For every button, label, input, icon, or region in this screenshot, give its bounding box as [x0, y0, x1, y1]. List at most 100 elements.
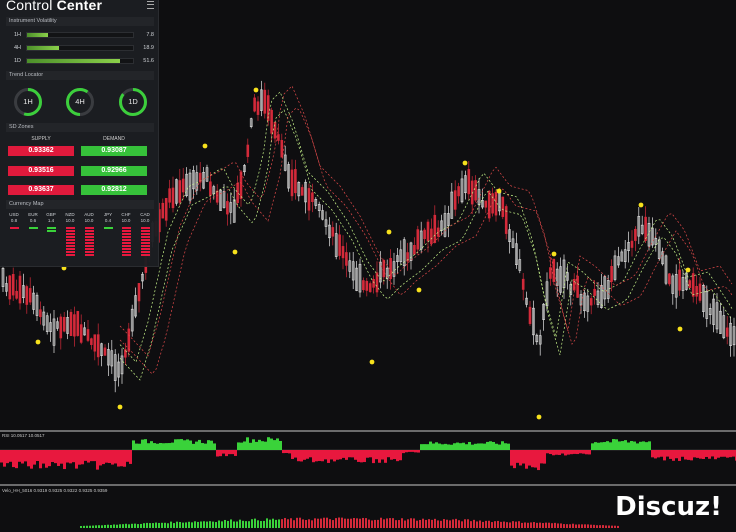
momentum-bar	[233, 521, 235, 528]
candle-body	[688, 280, 692, 288]
momentum-bar	[299, 517, 301, 528]
rsi-bar	[675, 450, 678, 459]
menu-icon[interactable]	[147, 1, 154, 9]
rsi-bar	[549, 450, 552, 455]
rsi-bar	[267, 437, 270, 450]
fractal-dot	[117, 404, 123, 410]
momentum-bar	[419, 519, 421, 528]
momentum-bar	[206, 521, 208, 528]
rsi-bar	[138, 443, 141, 450]
rsi-bar	[12, 450, 15, 468]
rsi-bar	[591, 443, 594, 450]
candle-body	[171, 187, 175, 209]
rsi-bar	[285, 450, 288, 454]
momentum-bar	[182, 522, 184, 528]
momentum-bar	[557, 523, 559, 528]
currency-strength-aud	[85, 227, 94, 257]
candle-body	[382, 259, 386, 278]
rsi-bar	[69, 450, 72, 464]
rsi-bar	[540, 450, 543, 464]
rsi-bar	[147, 443, 150, 450]
rsi-bar	[468, 441, 471, 450]
currency-value: 1.4	[47, 218, 55, 223]
rsi-bar	[477, 443, 480, 450]
momentum-bar	[311, 520, 313, 528]
momentum-bar	[149, 523, 151, 528]
rsi-bar	[354, 450, 357, 460]
momentum-bar	[365, 518, 367, 528]
candle-body	[300, 187, 304, 196]
momentum-bar	[356, 518, 358, 528]
rsi-bar	[255, 441, 258, 450]
currency-usd: USD 0.8	[7, 212, 21, 223]
rsi-bar	[423, 444, 426, 450]
rsi-bar	[702, 450, 705, 459]
rsi-bar	[681, 450, 684, 457]
rsi-bar	[288, 450, 291, 454]
supply-level[interactable]: 0.93637	[8, 185, 74, 195]
momentum-bar	[512, 521, 514, 528]
rsi-bar	[375, 450, 378, 460]
rsi-bar	[261, 441, 264, 450]
momentum-bar	[455, 518, 457, 528]
rsi-bar	[210, 440, 213, 450]
rsi-bar	[429, 441, 432, 450]
rsi-bar	[114, 450, 117, 464]
momentum-bar	[305, 519, 307, 528]
momentum-bar	[413, 518, 415, 528]
momentum-bar	[572, 523, 574, 528]
momentum-bar	[308, 519, 310, 528]
candle-body	[161, 202, 165, 219]
momentum-bar	[410, 518, 412, 528]
momentum-bar	[569, 524, 571, 528]
currency-strength-chf	[122, 227, 131, 257]
momentum-bar	[140, 523, 142, 528]
rsi-bar	[30, 450, 33, 469]
rsi-bar	[630, 441, 633, 450]
currency-strength-nzd	[66, 227, 75, 257]
fractal-dot	[638, 202, 644, 208]
demand-level[interactable]: 0.92812	[81, 185, 147, 195]
currency-gbp: GBP 1.4	[44, 212, 58, 223]
rsi-bar	[345, 450, 348, 460]
demand-level[interactable]: 0.93087	[81, 146, 147, 156]
momentum-bar	[515, 521, 517, 528]
rsi-bar	[456, 442, 459, 450]
candle-body	[521, 278, 525, 290]
rsi-bar	[417, 450, 420, 453]
supply-level[interactable]: 0.93362	[8, 146, 74, 156]
rsi-bar	[528, 450, 531, 466]
currency-nzd: NZD 10.0	[63, 212, 77, 223]
momentum-bar	[344, 518, 346, 528]
momentum-bar	[482, 521, 484, 528]
rsi-bar	[126, 450, 129, 462]
momentum-bar	[227, 520, 229, 528]
rsi-bar	[546, 450, 549, 454]
momentum-bar	[602, 525, 604, 528]
currency-jpy: JPY 0.4	[101, 212, 115, 223]
momentum-bar	[125, 523, 127, 528]
momentum-bar	[179, 522, 181, 528]
rsi-bar	[48, 450, 51, 467]
momentum-bar	[395, 520, 397, 528]
momentum-bar	[257, 520, 259, 528]
candle-body	[11, 274, 15, 296]
rsi-bar	[486, 441, 489, 450]
rsi-bar	[198, 439, 201, 450]
momentum-bar	[323, 517, 325, 528]
candle-body	[433, 214, 437, 243]
candle-body	[372, 278, 375, 288]
momentum-bar	[131, 523, 133, 528]
rsi-bar	[408, 450, 411, 452]
demand-level[interactable]: 0.92966	[81, 166, 147, 176]
rsi-bar	[132, 440, 135, 450]
supply-level[interactable]: 0.93516	[8, 166, 74, 176]
rsi-bar	[90, 450, 93, 462]
rsi-bar	[99, 450, 102, 466]
momentum-bar	[488, 520, 490, 528]
momentum-bar	[275, 519, 277, 528]
candle-body	[15, 290, 18, 299]
fractal-dot	[416, 287, 422, 293]
rsi-bar	[111, 450, 114, 465]
candle-body	[426, 221, 430, 242]
